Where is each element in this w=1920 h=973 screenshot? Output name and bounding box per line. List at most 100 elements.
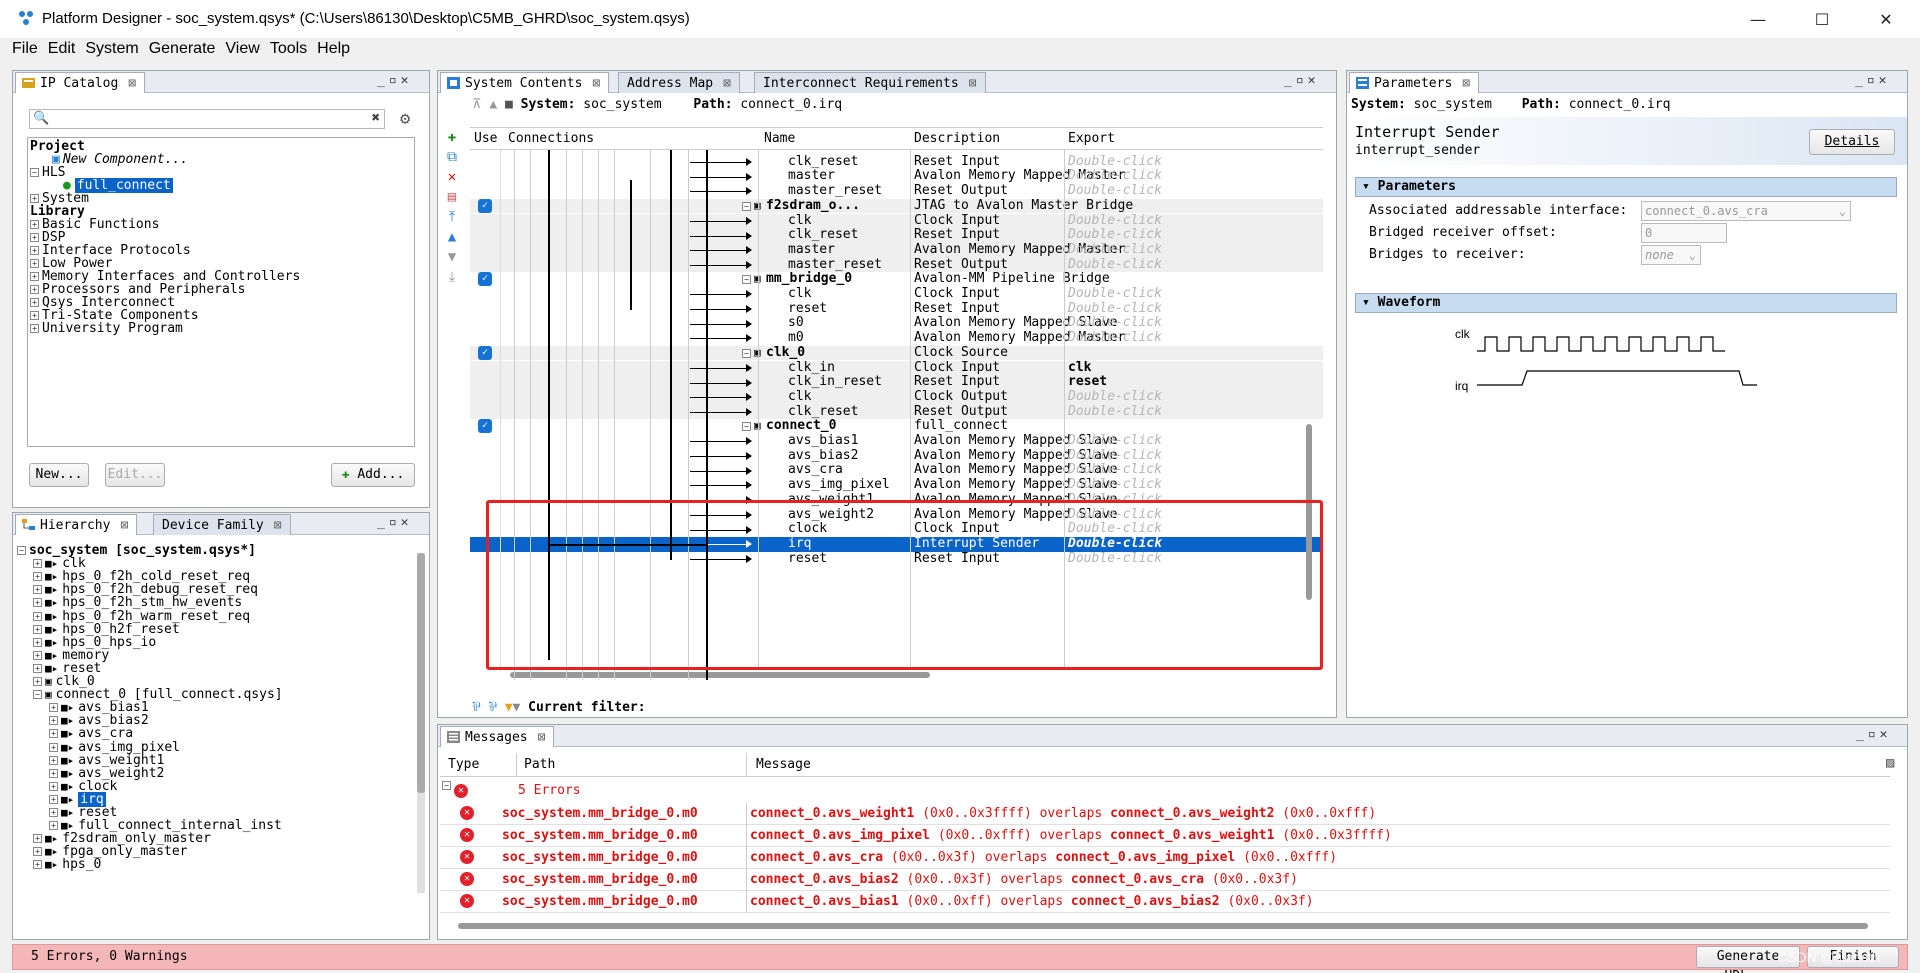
col-path[interactable]: Path bbox=[524, 753, 555, 777]
panel-controls-icon[interactable]: _▫✕ bbox=[1856, 727, 1891, 742]
expand-icon[interactable]: + bbox=[30, 259, 39, 268]
col-name[interactable]: Name bbox=[764, 128, 795, 150]
waveform-section[interactable]: ▾ Waveform bbox=[1355, 293, 1897, 313]
expand-icon[interactable]: + bbox=[33, 611, 42, 621]
row-export[interactable]: Double-click bbox=[1068, 301, 1162, 317]
panel-controls-icon[interactable]: _▫✕ bbox=[1855, 73, 1890, 88]
use-checkbox[interactable]: ✓ bbox=[478, 419, 492, 434]
row-export[interactable]: Double-click bbox=[1068, 389, 1162, 405]
add-icon[interactable]: ✚ bbox=[443, 127, 461, 147]
expand-icon[interactable]: − bbox=[33, 690, 42, 700]
message-row[interactable]: ✕ soc_system.mm_bridge_0.m0 connect_0.avs_… bbox=[440, 825, 1890, 847]
menu-file[interactable]: File bbox=[10, 38, 40, 62]
row-export[interactable]: Double-click bbox=[1068, 242, 1162, 258]
param-select[interactable]: connect_0.avs_cra ⌄ bbox=[1641, 201, 1851, 221]
menu-system[interactable]: System bbox=[83, 38, 140, 62]
row-export[interactable]: Double-click bbox=[1068, 286, 1162, 302]
close-tab-icon[interactable]: ⊠ bbox=[1462, 76, 1470, 91]
expand-icon[interactable]: + bbox=[33, 637, 42, 647]
move-down-icon[interactable]: ▼ bbox=[443, 247, 461, 267]
expand-icon[interactable]: + bbox=[33, 598, 42, 608]
expand-icon[interactable]: + bbox=[33, 559, 42, 569]
expand-icon[interactable]: + bbox=[49, 755, 58, 765]
menu-generate[interactable]: Generate bbox=[147, 38, 218, 62]
row-export[interactable]: Double-click bbox=[1068, 257, 1162, 273]
panel-controls-icon[interactable]: _▫✕ bbox=[1284, 73, 1319, 88]
collapse-icon[interactable]: − bbox=[742, 275, 751, 285]
close-tab-icon[interactable]: ⊠ bbox=[274, 518, 282, 533]
expand-icon[interactable]: + bbox=[49, 768, 58, 778]
search-input[interactable]: 🔍 ✖ bbox=[29, 109, 385, 129]
collapse-icon[interactable]: − bbox=[30, 168, 39, 177]
row-export[interactable]: clk bbox=[1068, 360, 1091, 376]
scrollbar-thumb[interactable] bbox=[510, 672, 930, 678]
details-button[interactable]: Details bbox=[1809, 129, 1895, 155]
col-type[interactable]: Type bbox=[448, 753, 479, 777]
use-checkbox[interactable]: ✓ bbox=[478, 345, 492, 360]
menu-edit[interactable]: Edit bbox=[46, 38, 78, 62]
errors-summary-row[interactable]: − ✕ 5 Errors bbox=[440, 781, 1890, 801]
expand-icon[interactable]: + bbox=[30, 272, 39, 281]
move-up-icon[interactable]: ▲ bbox=[443, 227, 461, 247]
collapse-icon[interactable]: − bbox=[742, 348, 751, 358]
add-component-button[interactable]: ✚ Add... bbox=[331, 463, 415, 487]
row-export[interactable]: Double-click bbox=[1068, 433, 1162, 449]
row-export[interactable]: Double-click bbox=[1068, 448, 1162, 464]
use-checkbox[interactable]: ✓ bbox=[478, 198, 492, 213]
expand-icon[interactable]: + bbox=[33, 572, 42, 582]
expand-icon[interactable]: + bbox=[30, 220, 39, 229]
scrollbar-thumb[interactable] bbox=[458, 923, 1868, 929]
col-use[interactable]: Use bbox=[474, 128, 497, 150]
parameters-section[interactable]: ▾ Parameters bbox=[1355, 177, 1897, 197]
close-tab-icon[interactable]: ⊠ bbox=[128, 76, 136, 91]
move-top-icon[interactable]: ⤒ bbox=[443, 207, 461, 227]
collapse-icon[interactable]: − bbox=[17, 546, 26, 555]
row-export[interactable]: Double-click bbox=[1068, 227, 1162, 243]
row-export[interactable]: Double-click bbox=[1068, 316, 1162, 331]
param-select[interactable]: none ⌄ bbox=[1641, 245, 1701, 265]
message-row[interactable]: ✕ soc_system.mm_bridge_0.m0 connect_0.avs_… bbox=[440, 803, 1890, 825]
panel-controls-icon[interactable]: _▫✕ bbox=[377, 73, 412, 88]
clear-filter-icon[interactable]: ▼ bbox=[513, 700, 529, 715]
expand-icon[interactable]: + bbox=[49, 781, 58, 791]
close-tab-icon[interactable]: ⊠ bbox=[538, 730, 546, 745]
collapse-icon[interactable]: − bbox=[742, 201, 751, 211]
filter-icon[interactable]: ⅌ ⅌ bbox=[472, 700, 505, 715]
close-tab-icon[interactable]: ⊠ bbox=[723, 76, 731, 91]
funnel-icon[interactable]: ▼ bbox=[505, 700, 513, 715]
row-export[interactable]: Double-click bbox=[1068, 213, 1162, 229]
expand-icon[interactable]: + bbox=[49, 716, 58, 726]
col-description[interactable]: Description bbox=[914, 128, 1000, 150]
message-row[interactable]: ✕ soc_system.mm_bridge_0.m0 connect_0.avs_… bbox=[440, 891, 1890, 913]
expand-icon[interactable]: + bbox=[49, 742, 58, 752]
expand-icon[interactable]: + bbox=[49, 729, 58, 739]
tree-item[interactable]: + University Program bbox=[30, 321, 183, 336]
close-tab-icon[interactable]: ⊠ bbox=[120, 518, 128, 533]
edit-icon[interactable]: ▤ bbox=[443, 187, 461, 207]
expand-icon[interactable]: + bbox=[49, 794, 58, 804]
row-export[interactable]: Double-click bbox=[1068, 404, 1162, 420]
remove-icon[interactable]: ✕ bbox=[443, 167, 461, 187]
maximize-button[interactable]: ☐ bbox=[1802, 6, 1842, 32]
menu-help[interactable]: Help bbox=[315, 38, 352, 62]
tab-hierarchy[interactable]: Hierarchy ⊠ bbox=[15, 514, 138, 535]
expand-icon[interactable]: + bbox=[33, 860, 42, 870]
expand-icon[interactable]: + bbox=[49, 703, 58, 713]
new-component-button[interactable]: New... bbox=[29, 463, 89, 487]
tree-item[interactable]: + ■▸ hps_0 bbox=[33, 857, 101, 872]
expand-icon[interactable]: + bbox=[30, 246, 39, 255]
tree-item[interactable]: − HLS bbox=[30, 165, 65, 180]
expand-icon[interactable]: + bbox=[33, 834, 42, 844]
expand-icon[interactable]: + bbox=[33, 663, 42, 673]
duplicate-icon[interactable]: ⧉ bbox=[443, 147, 461, 167]
tab-interconnect-requirements[interactable]: Interconnect Requirements ⊠ bbox=[754, 72, 986, 93]
row-export[interactable]: Double-click bbox=[1068, 169, 1162, 184]
move-bottom-icon[interactable]: ⤓ bbox=[443, 267, 461, 287]
collapse-icon[interactable]: − bbox=[742, 422, 751, 432]
message-filter-icon[interactable]: ▨ bbox=[1886, 755, 1894, 771]
panel-controls-icon[interactable]: _▫✕ bbox=[377, 515, 412, 530]
tab-parameters[interactable]: Parameters ⊠ bbox=[1349, 72, 1480, 93]
settings-icon[interactable]: ⚙ bbox=[400, 109, 410, 129]
tree-item[interactable]: ▣ New Component... bbox=[52, 152, 188, 167]
expand-icon[interactable]: + bbox=[30, 194, 39, 203]
